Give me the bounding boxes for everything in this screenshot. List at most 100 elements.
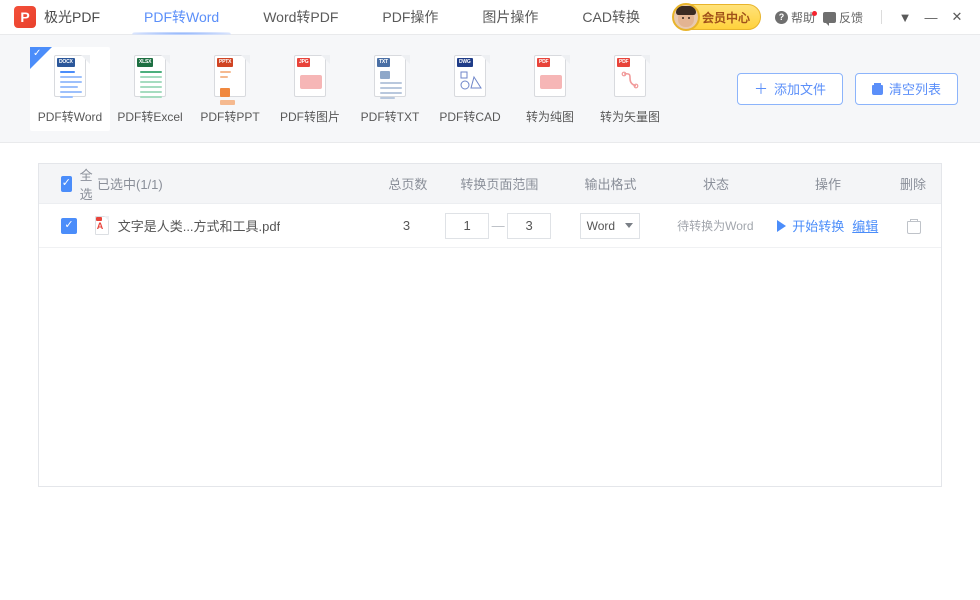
vector-curve-icon [620, 70, 642, 92]
nav-tab-pdf-operations[interactable]: PDF操作 [360, 0, 460, 35]
row-filename-cell: A 文字是人类...方式和工具.pdf [95, 216, 376, 235]
nav-tab-label: 图片操作 [482, 9, 538, 25]
page-range-separator: — [489, 218, 507, 233]
tool-convert-to-vector[interactable]: PDF 转为矢量图 [590, 47, 670, 131]
select-all-label: 全选 [80, 165, 97, 203]
tool-list: ✓ DOCX PDF转Word XLSX [30, 47, 670, 131]
vip-center-label: 会员中心 [702, 9, 750, 26]
add-file-label: 添加文件 [774, 79, 826, 98]
divider [881, 10, 882, 24]
row-total-pages: 3 [376, 218, 438, 233]
header-page-range: 转换页面范围 [439, 174, 560, 193]
brand: P 极光PDF [14, 6, 100, 28]
close-button[interactable]: ✕ [944, 6, 970, 28]
avatar [672, 3, 700, 31]
file-list-panel: ✓ 全选 已选中(1/1) 总页数 转换页面范围 输出格式 状态 操作 删除 ✓… [38, 163, 942, 487]
app-window: P 极光PDF PDF转Word Word转PDF PDF操作 图片操作 CAD… [0, 0, 980, 600]
nav-tab-label: PDF操作 [382, 9, 438, 25]
bottom-settings-bar: 转换格式： docx doc 输出路径： 原文件夹 自定义 C:\KavPDF\… [0, 490, 980, 600]
nav-tab-pdf-to-word[interactable]: PDF转Word [122, 0, 241, 35]
pdf-to-txt-icon: TXT [370, 55, 410, 103]
tool-label: PDF转TXT [361, 108, 420, 125]
pdf-file-icon: A [95, 216, 111, 235]
tool-label: PDF转PPT [200, 108, 259, 125]
pdf-to-ppt-icon: PPTX [210, 55, 250, 103]
tool-pdf-to-cad[interactable]: DWG PDF转CAD [430, 47, 510, 131]
header-status: 状态 [661, 174, 771, 193]
add-file-button[interactable]: ＋ 添加文件 [737, 73, 843, 105]
pdf-to-word-icon: DOCX [50, 55, 90, 103]
vip-center-button[interactable]: 会员中心 [673, 4, 761, 30]
tool-label: 转为矢量图 [600, 108, 660, 125]
tool-pdf-to-excel[interactable]: XLSX PDF转Excel [110, 47, 190, 131]
output-format-value: Word [587, 219, 615, 233]
feedback-icon [823, 12, 836, 23]
toolbar-actions: ＋ 添加文件 清空列表 [725, 73, 958, 105]
selected-count-label: 已选中(1/1) [97, 174, 163, 193]
clear-list-button[interactable]: 清空列表 [855, 73, 958, 105]
nav-tab-image-operations[interactable]: 图片操作 [460, 0, 560, 35]
conversion-toolbar: ✓ DOCX PDF转Word XLSX [0, 35, 980, 143]
row-delete-cell[interactable] [885, 219, 941, 232]
convert-to-vector-icon: PDF [610, 55, 650, 103]
nav-tabs: PDF转Word Word转PDF PDF操作 图片操作 CAD转换 [122, 0, 662, 35]
row-checkbox[interactable]: ✓ [61, 218, 77, 234]
tool-pdf-to-ppt[interactable]: PPTX PDF转PPT [190, 47, 270, 131]
file-list-header: ✓ 全选 已选中(1/1) 总页数 转换页面范围 输出格式 状态 操作 删除 [39, 164, 941, 204]
tool-label: PDF转CAD [439, 108, 500, 125]
cad-shapes-icon [460, 71, 482, 91]
row-operation-cell: 开始转换 编辑 [771, 216, 885, 235]
tool-convert-to-raster[interactable]: PDF 转为纯图 [510, 47, 590, 131]
tool-pdf-to-image[interactable]: JPG PDF转图片 [270, 47, 350, 131]
chevron-down-icon [625, 223, 633, 228]
trash-icon [872, 83, 883, 95]
notification-dot-icon [812, 11, 817, 16]
row-select-cell[interactable]: ✓ [39, 218, 95, 234]
tool-label: PDF转Excel [117, 108, 182, 125]
nav-tab-word-to-pdf[interactable]: Word转PDF [241, 0, 360, 35]
row-page-range: 1 — 3 [437, 213, 559, 239]
edit-link[interactable]: 编辑 [852, 216, 878, 235]
pdf-to-excel-icon: XLSX [130, 55, 170, 103]
page-range-to-input[interactable]: 3 [507, 213, 551, 239]
nav-tab-label: PDF转Word [144, 9, 219, 25]
app-logo-icon: P [14, 6, 36, 28]
convert-to-raster-icon: PDF [530, 55, 570, 103]
help-button[interactable]: ? 帮助 [775, 9, 815, 26]
plus-icon: ＋ [754, 79, 768, 99]
tool-label: PDF转Word [38, 108, 102, 125]
header-operation: 操作 [771, 174, 885, 193]
delete-row-icon[interactable] [907, 219, 919, 232]
select-all-checkbox[interactable]: ✓ [61, 176, 72, 192]
app-name: 极光PDF [44, 7, 100, 27]
start-convert-link[interactable]: 开始转换 [792, 216, 844, 235]
nav-tab-cad-convert[interactable]: CAD转换 [560, 0, 662, 35]
feedback-button[interactable]: 反馈 [823, 9, 863, 26]
nav-tab-label: CAD转换 [582, 9, 640, 25]
play-icon[interactable] [777, 220, 786, 232]
select-all-cell[interactable]: ✓ 全选 [39, 165, 97, 203]
selected-count-cell: 已选中(1/1) [97, 174, 377, 193]
more-menu-button[interactable]: ▼ [892, 6, 918, 28]
feedback-label: 反馈 [839, 9, 863, 26]
output-format-select[interactable]: Word [580, 213, 640, 239]
row-output-format-cell: Word [559, 213, 660, 239]
pdf-to-image-icon: JPG [290, 55, 330, 103]
row-filename: 文字是人类...方式和工具.pdf [118, 216, 281, 235]
minimize-button[interactable]: — [918, 6, 944, 28]
tool-pdf-to-txt[interactable]: TXT PDF转TXT [350, 47, 430, 131]
title-bar: P 极光PDF PDF转Word Word转PDF PDF操作 图片操作 CAD… [0, 0, 980, 35]
title-bar-right: 会员中心 ? 帮助 反馈 ▼ — ✕ [673, 4, 980, 30]
page-range-from-input[interactable]: 1 [445, 213, 489, 239]
nav-tab-label: Word转PDF [263, 9, 338, 25]
help-label: 帮助 [791, 9, 815, 26]
header-delete: 删除 [885, 174, 941, 193]
tool-label: 转为纯图 [526, 108, 574, 125]
pdf-to-cad-icon: DWG [450, 55, 490, 103]
clear-list-label: 清空列表 [889, 79, 941, 98]
row-status: 待转换为Word [677, 219, 753, 233]
table-row[interactable]: ✓ A 文字是人类...方式和工具.pdf 3 1 — 3 Word [39, 204, 941, 248]
help-icon: ? [775, 11, 788, 24]
tool-pdf-to-word[interactable]: ✓ DOCX PDF转Word [30, 47, 110, 131]
header-total-pages: 总页数 [377, 174, 439, 193]
